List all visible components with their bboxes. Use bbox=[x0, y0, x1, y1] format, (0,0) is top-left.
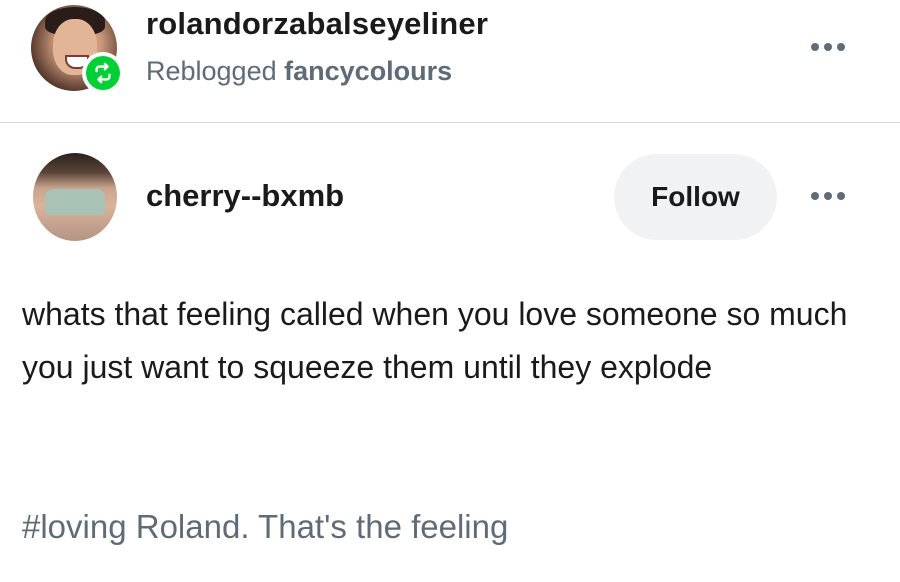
reblog-header: rolandorzabalseyeliner Reblogged fancyco… bbox=[0, 0, 900, 123]
more-options-icon[interactable] bbox=[811, 43, 845, 51]
more-options-icon[interactable] bbox=[811, 192, 845, 200]
reblogger-username[interactable]: rolandorzabalseyeliner bbox=[146, 6, 488, 42]
reblog-icon bbox=[86, 56, 120, 90]
reblog-source-link[interactable]: fancycolours bbox=[284, 56, 452, 86]
reblog-badge bbox=[82, 52, 124, 94]
post-author-username[interactable]: cherry--bxmb bbox=[146, 178, 344, 214]
author-avatar[interactable] bbox=[33, 153, 117, 241]
avatar-detail bbox=[45, 189, 105, 215]
post-text: whats that feeling called when you love … bbox=[22, 296, 848, 385]
reblog-attribution: Reblogged fancycolours bbox=[146, 56, 452, 87]
follow-button[interactable]: Follow bbox=[614, 154, 777, 240]
post-tag[interactable]: #loving Roland. That's the feeling bbox=[22, 508, 508, 546]
reblogged-label: Reblogged bbox=[146, 56, 277, 86]
